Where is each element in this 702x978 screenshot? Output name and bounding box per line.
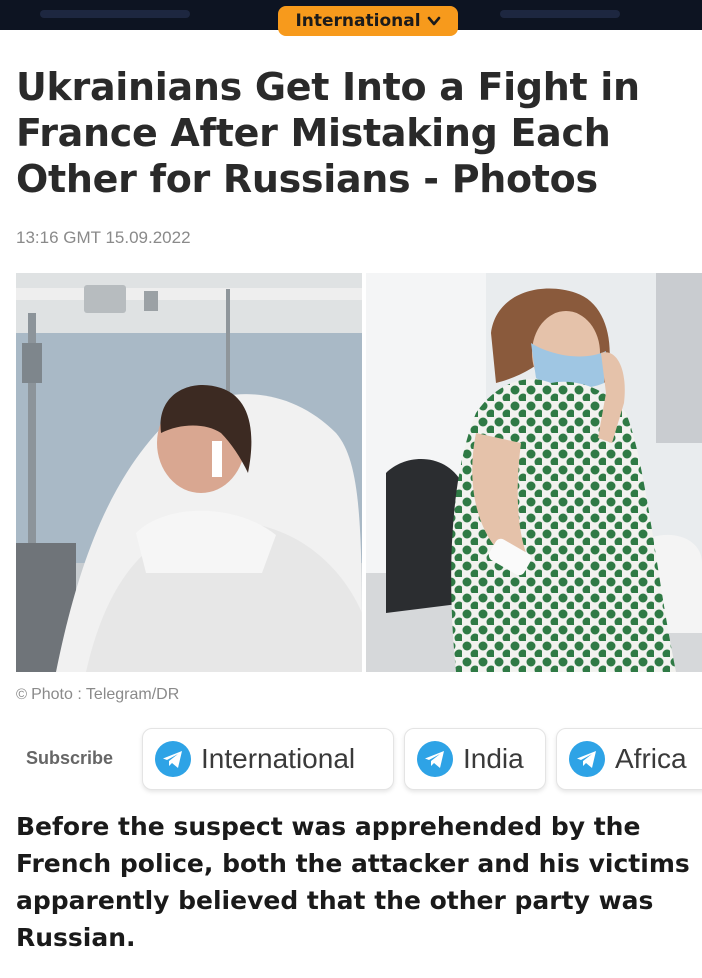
subscribe-africa-label: Africa (615, 743, 687, 774)
section-dropdown-label: International (295, 11, 421, 31)
photo-credit-text: Photo : Telegram/DR (31, 686, 180, 703)
chevron-down-icon (427, 16, 440, 26)
subscribe-india-button[interactable]: India (404, 728, 546, 790)
telegram-icon (155, 741, 191, 777)
telegram-icon (569, 741, 605, 777)
subscribe-africa-button[interactable]: Africa (556, 728, 702, 790)
article-lead: Before the suspect was apprehended by th… (16, 812, 690, 952)
article-title: Ukrainians Get Into a Fight in France Af… (16, 65, 640, 201)
telegram-icon (417, 741, 453, 777)
article-photo-left (16, 273, 362, 672)
subscribe-india-label: India (463, 743, 524, 774)
photo-credit: © Photo : Telegram/DR (16, 686, 179, 704)
section-dropdown[interactable]: International (278, 6, 458, 36)
article-timestamp: 13:16 GMT 15.09.2022 (16, 228, 191, 247)
top-bar-decoration (500, 10, 620, 18)
subscribe-label: Subscribe (26, 748, 114, 768)
copyright-icon: © (16, 686, 28, 703)
article-photo-right (366, 273, 702, 672)
subscribe-international-button[interactable]: International (142, 728, 394, 790)
top-bar-decoration (40, 10, 190, 18)
subscribe-international-label: International (201, 743, 356, 774)
